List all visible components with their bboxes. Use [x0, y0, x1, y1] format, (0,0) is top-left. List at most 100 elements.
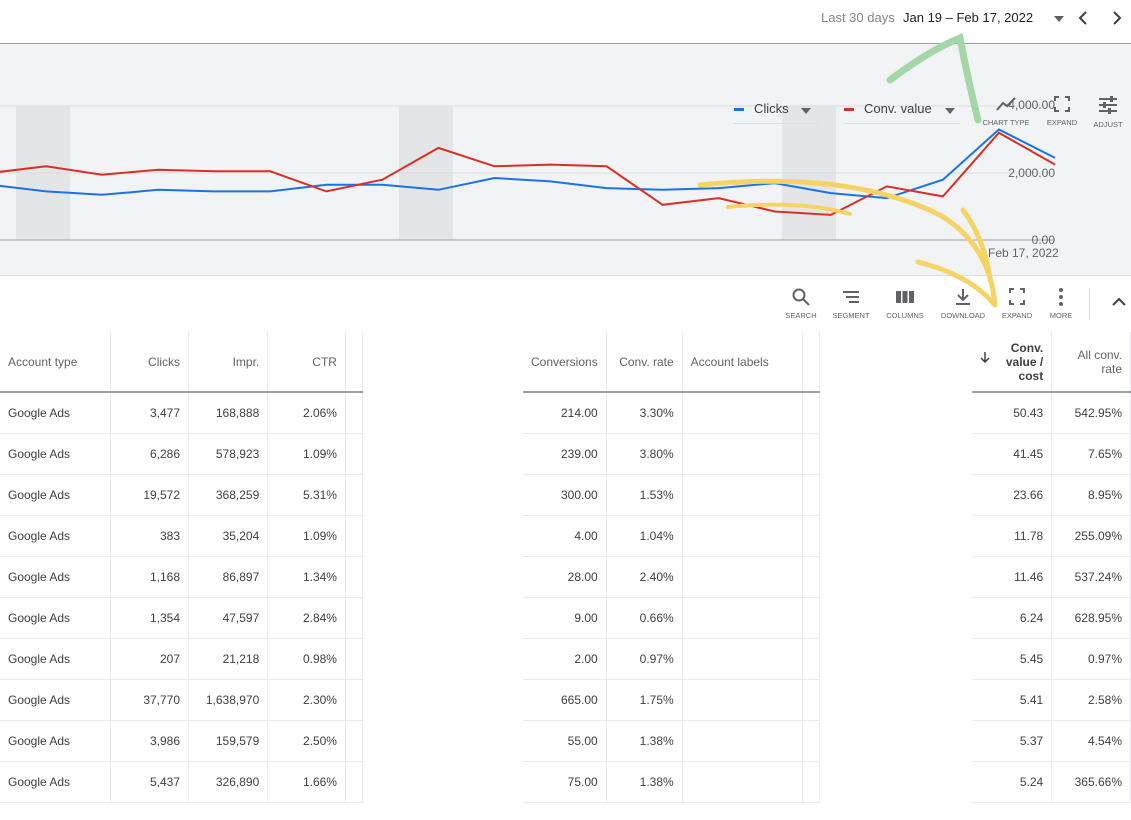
table-cell-spacer [345, 679, 364, 721]
table-row[interactable]: 41.45 7.65% [972, 433, 1131, 475]
table-row[interactable]: Google Ads 3,477 168,888 2.06% [0, 392, 364, 434]
table-row[interactable]: 50.43 542.95% [972, 392, 1131, 434]
table-cell: 2.50% [267, 720, 346, 762]
table-cell: 21,218 [188, 638, 269, 680]
table-row[interactable]: 5.45 0.97% [972, 638, 1131, 680]
header-conv-value-cost[interactable]: Conv. value / cost [972, 332, 1053, 393]
table-download-button[interactable]: DOWNLOAD [937, 288, 989, 320]
table-cell: 35,204 [188, 515, 269, 557]
table-cell-spacer [345, 720, 364, 762]
series-line-conv-value [0, 131, 1056, 216]
y-tick-label: 2,000.00 [1008, 166, 1055, 180]
table-row[interactable]: 300.00 1.53% [523, 474, 821, 516]
table-header-row: Conv. value / cost All conv. rate [972, 332, 1131, 393]
header-clicks[interactable]: Clicks [110, 332, 190, 393]
table-row[interactable]: 4.00 1.04% [523, 515, 821, 557]
table-row[interactable]: 5.24 365.66% [972, 761, 1131, 803]
table-row[interactable]: 23.66 8.95% [972, 474, 1131, 516]
header-account-labels[interactable]: Account labels [682, 332, 803, 393]
table-row[interactable]: Google Ads 1,168 86,897 1.34% [0, 556, 364, 598]
chart-type-label: CHART TYPE [982, 118, 1030, 127]
date-range-label: Last 30 days [821, 10, 895, 25]
table-cell: 5.31% [267, 474, 346, 516]
table-row[interactable]: 11.46 537.24% [972, 556, 1131, 598]
table-cell: 5.45 [972, 638, 1053, 680]
table-cell: 168,888 [188, 392, 269, 434]
table-cell: 28.00 [523, 556, 607, 598]
table-cell: 326,890 [188, 761, 269, 803]
table-cell: 3.80% [606, 433, 683, 475]
table-segment-button[interactable]: SEGMENT [825, 288, 877, 320]
table-cell: 628.95% [1051, 597, 1131, 639]
table-cell: Google Ads [0, 761, 112, 803]
table-cell: 9.00 [523, 597, 607, 639]
table-row[interactable]: 9.00 0.66% [523, 597, 821, 639]
table-row[interactable]: 6.24 628.95% [972, 597, 1131, 639]
metric2-selector[interactable]: Conv. value [844, 100, 960, 124]
header-impr[interactable]: Impr. [188, 332, 269, 393]
table-row[interactable]: 665.00 1.75% [523, 679, 821, 721]
segment-icon [843, 291, 859, 303]
table-cell: 2.30% [267, 679, 346, 721]
table-row[interactable]: 239.00 3.80% [523, 433, 821, 475]
table-cell: 8.95% [1051, 474, 1131, 516]
table-columns-button[interactable]: COLUMNS [879, 288, 931, 320]
table-row[interactable]: 5.37 4.54% [972, 720, 1131, 762]
table-cell [682, 597, 803, 639]
table-cell: Google Ads [0, 597, 112, 639]
table-cell-spacer [802, 761, 821, 803]
date-range-value[interactable]: Jan 19 – Feb 17, 2022 [903, 10, 1033, 25]
table-cell [682, 474, 803, 516]
columns-icon [896, 291, 914, 303]
table-row[interactable]: 5.41 2.58% [972, 679, 1131, 721]
table-row[interactable]: 28.00 2.40% [523, 556, 821, 598]
table-cell: Google Ads [0, 474, 112, 516]
header-conversions[interactable]: Conversions [523, 332, 607, 393]
segment-label: SEGMENT [832, 311, 870, 320]
metric1-selector[interactable]: Clicks [734, 100, 818, 124]
previous-period-icon[interactable] [1073, 8, 1093, 28]
table-cell-spacer [802, 638, 821, 680]
table-header-row: Conversions Conv. rate Account labels [523, 332, 821, 393]
collapse-chevron-icon[interactable] [1112, 297, 1126, 307]
table-row[interactable]: 75.00 1.38% [523, 761, 821, 803]
table-row[interactable]: Google Ads 207 21,218 0.98% [0, 638, 364, 680]
table-row[interactable]: Google Ads 5,437 326,890 1.66% [0, 761, 364, 803]
table-cell-spacer [345, 392, 364, 434]
header-all-conv-rate[interactable]: All conv. rate [1051, 332, 1131, 393]
table-cell-spacer [345, 515, 364, 557]
table-cell: 1.04% [606, 515, 683, 557]
date-range-dropdown-icon[interactable] [1052, 12, 1066, 26]
table-row[interactable]: Google Ads 37,770 1,638,970 2.30% [0, 679, 364, 721]
table-row[interactable]: 55.00 1.38% [523, 720, 821, 762]
more-label: MORE [1049, 311, 1073, 320]
table-cell: 0.97% [1051, 638, 1131, 680]
table-row[interactable]: Google Ads 3,986 159,579 2.50% [0, 720, 364, 762]
table-cell: 3,477 [110, 392, 190, 434]
table-row[interactable]: Google Ads 383 35,204 1.09% [0, 515, 364, 557]
table-row[interactable]: 11.78 255.09% [972, 515, 1131, 557]
table-row[interactable]: 2.00 0.97% [523, 638, 821, 680]
table-row[interactable]: Google Ads 19,572 368,259 5.31% [0, 474, 364, 516]
metric1-label: Clicks [754, 101, 789, 116]
table-row[interactable]: Google Ads 6,286 578,923 1.09% [0, 433, 364, 475]
table-more-button[interactable]: MORE [1035, 288, 1087, 320]
header-ctr[interactable]: CTR [267, 332, 346, 393]
table-cell: 207 [110, 638, 190, 680]
table-search-button[interactable]: SEARCH [775, 288, 827, 320]
table-cell: 1.09% [267, 433, 346, 475]
toolbar-divider [1089, 288, 1090, 320]
table-row[interactable]: 214.00 3.30% [523, 392, 821, 434]
header-conv-rate[interactable]: Conv. rate [606, 332, 683, 393]
table-cell: 6.24 [972, 597, 1053, 639]
chart-adjust-button[interactable]: ADJUST [1080, 96, 1131, 129]
next-period-icon[interactable] [1107, 8, 1127, 28]
table-cell [682, 720, 803, 762]
table-cell [682, 515, 803, 557]
table-cell-spacer [802, 515, 821, 557]
table-cell: 0.97% [606, 638, 683, 680]
table-row[interactable]: Google Ads 1,354 47,597 2.84% [0, 597, 364, 639]
table-cell: 1,354 [110, 597, 190, 639]
header-account-type[interactable]: Account type [0, 332, 112, 393]
expand-icon [1009, 288, 1025, 305]
